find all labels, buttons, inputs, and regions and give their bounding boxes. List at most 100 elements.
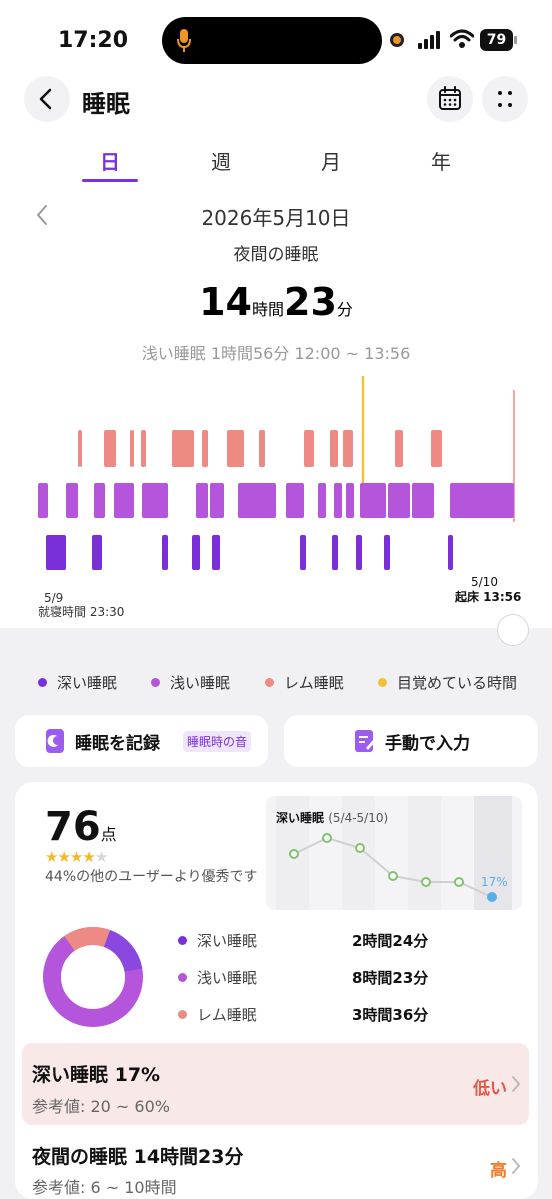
more-button[interactable] <box>482 76 528 122</box>
rem-sleep-segment <box>172 430 194 467</box>
light-sleep-segment <box>196 483 208 518</box>
battery-icon: 79 <box>480 29 518 51</box>
cellular-signal-icon <box>418 31 440 49</box>
legend-awake: 目覚めている時間 <box>378 672 517 693</box>
deep-sleep-segment <box>192 535 200 570</box>
chevron-right-icon <box>512 1158 521 1174</box>
light-sleep-segment <box>412 483 434 518</box>
hours-unit: 時間 <box>251 300 284 319</box>
legend-rem: レム睡眠 <box>265 672 344 693</box>
legend-deep: 深い睡眠 <box>38 672 117 693</box>
sleep-score: 76点 <box>45 804 117 850</box>
light-sleep-segment <box>66 483 78 518</box>
dynamic-island <box>162 17 382 64</box>
sleep-stage-legend: 深い睡眠 浅い睡眠 レム睡眠 目覚めている時間 <box>0 672 552 696</box>
stage-row-rem: レム睡眠 3時間36分 <box>175 1003 525 1025</box>
total-sleep-duration: 14時間23分 <box>0 280 552 324</box>
light-sleep-segment <box>286 483 304 518</box>
deep-sleep-segment <box>92 535 102 570</box>
star-icon: ★ <box>45 848 58 866</box>
tab-week[interactable]: 週 <box>193 146 249 175</box>
rem-sleep-segment <box>202 430 208 467</box>
stage-row-deep: 深い睡眠 2時間24分 <box>175 929 525 951</box>
timeline-scrubber-handle[interactable] <box>497 614 529 646</box>
deep-sleep-trend-chart[interactable]: 17% 深い睡眠 (5/4-5/10) <box>266 796 522 910</box>
deep-sleep-segment <box>356 535 362 570</box>
wifi-icon <box>450 29 474 48</box>
active-tab-indicator <box>82 179 138 182</box>
sleep-type-label: 夜間の睡眠 <box>233 245 319 265</box>
chevron-left-icon <box>39 88 52 110</box>
chevron-right-icon <box>512 1076 521 1092</box>
rem-sleep-segment <box>395 430 403 467</box>
sleep-composition-donut <box>43 927 143 1027</box>
light-sleep-segment <box>360 483 386 518</box>
bedtime-label: 就寝時間 23:30 <box>38 604 124 619</box>
minutes-unit: 分 <box>336 300 353 319</box>
light-sleep-segment <box>210 483 224 518</box>
score-unit: 点 <box>100 825 117 844</box>
rem-sleep-segment <box>431 430 442 467</box>
light-sleep-segment <box>268 483 276 518</box>
rem-sleep-segment <box>259 430 265 467</box>
score-comparison: 44%の他のユーザーより優秀です <box>45 869 258 885</box>
total-hours: 14 <box>199 280 252 324</box>
end-date-label: 5/10 <box>471 575 498 589</box>
rem-sleep-segment <box>141 430 146 467</box>
period-tabs: 日 週 月 年 <box>0 146 552 186</box>
rem-sleep-segment <box>130 430 134 467</box>
deep-sleep-segment <box>384 535 390 570</box>
deep-sleep-status: 低い <box>473 1079 507 1099</box>
light-sleep-segment <box>38 483 48 518</box>
calendar-icon <box>439 86 461 110</box>
light-sleep-segment <box>114 483 134 518</box>
start-date-label: 5/9 <box>44 591 63 605</box>
navigation-bar: 睡眠 <box>0 76 552 126</box>
rem-sleep-segment <box>330 430 338 467</box>
record-sleep-button[interactable]: 睡眠を記録 睡眠時の音 <box>15 715 268 767</box>
light-sleep-segment <box>142 483 168 518</box>
deep-sleep-segment <box>332 535 338 570</box>
light-sleep-segment <box>238 483 270 518</box>
status-bar: 17:20 79 <box>0 0 552 80</box>
edit-note-icon <box>355 730 375 752</box>
light-sleep-segment <box>388 483 410 518</box>
light-sleep-segment <box>346 483 354 518</box>
rem-sleep-segment <box>104 430 116 467</box>
recording-indicator-icon <box>390 33 404 47</box>
stage-row-light: 浅い睡眠 8時間23分 <box>175 966 525 988</box>
microphone-icon <box>177 29 191 52</box>
deep-sleep-segment <box>46 535 66 570</box>
battery-level: 79 <box>480 29 513 51</box>
phone-moon-icon <box>46 729 64 753</box>
light-sleep-segment <box>318 483 326 518</box>
deep-sleep-segment <box>448 535 453 570</box>
rem-sleep-segment <box>227 430 244 467</box>
total-minutes: 23 <box>284 280 337 324</box>
light-sleep-segment <box>450 483 514 518</box>
tab-year[interactable]: 年 <box>413 146 469 175</box>
light-sleep-segment <box>94 483 105 518</box>
current-date: 2026年5月10日 <box>201 206 351 230</box>
back-button[interactable] <box>24 76 70 122</box>
sleep-analysis-card: 76点 ★★★★★ 44%の他のユーザーより優秀です 17% 深い睡眠 (5/4… <box>15 782 538 1199</box>
sleep-stage-timeline[interactable]: 5/9 就寝時間 23:30 5/10 起床 13:56 <box>0 370 552 630</box>
star-empty-icon: ★ <box>94 848 108 866</box>
page-title: 睡眠 <box>82 90 130 118</box>
light-sleep-segment <box>334 483 342 518</box>
score-value: 76 <box>45 804 101 850</box>
tab-day[interactable]: 日 <box>82 146 138 175</box>
trend-last-value: 17% <box>481 875 508 889</box>
status-time: 17:20 <box>58 28 129 53</box>
deep-sleep-evaluation-row[interactable]: 深い睡眠 17% 参考値: 20 ~ 60% 低い <box>22 1043 529 1125</box>
score-stars: ★★★★★ <box>45 848 108 866</box>
tab-month[interactable]: 月 <box>303 146 359 175</box>
selected-segment-detail: 浅い睡眠 1時間56分 12:00 ~ 13:56 <box>141 344 411 363</box>
deep-sleep-segment <box>300 535 306 570</box>
legend-light: 浅い睡眠 <box>151 672 230 693</box>
night-sleep-evaluation-row[interactable]: 夜間の睡眠 14時間23分 参考値: 6 ~ 10時間 高 <box>22 1134 529 1199</box>
manual-entry-button[interactable]: 手動で入力 <box>284 715 538 767</box>
calendar-button[interactable] <box>427 76 473 122</box>
manual-entry-label: 手動で入力 <box>385 734 470 754</box>
star-icon: ★ <box>82 848 95 866</box>
